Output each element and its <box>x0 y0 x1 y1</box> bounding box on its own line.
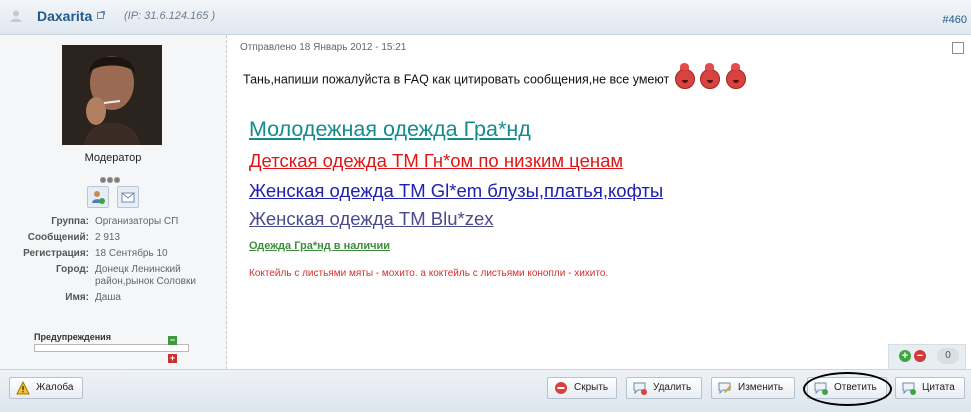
love-smiley-icon <box>674 63 695 89</box>
quote-icon <box>902 382 916 395</box>
ip-address: (IP: 31.6.124.165 ) <box>124 10 216 22</box>
delete-label: Удалить <box>653 382 692 393</box>
detail-group: Группа: Организаторы СП <box>0 216 226 228</box>
highlight-circle <box>803 372 892 406</box>
quote-button[interactable]: Цитата <box>895 377 965 399</box>
detail-key: Регистрация: <box>23 248 89 259</box>
profile-button[interactable] <box>87 186 109 208</box>
report-label: Жалоба <box>36 382 74 393</box>
delete-comment-icon <box>633 382 647 395</box>
rate-down-icon[interactable]: − <box>914 350 926 362</box>
warning-triangle-icon <box>16 381 30 395</box>
signature-link-gnom[interactable]: Детская одежда ТМ Гн*ом по низким ценам <box>249 150 623 172</box>
detail-key: Город: <box>55 264 89 275</box>
edit-icon <box>718 382 732 395</box>
delete-button[interactable]: Удалить <box>626 377 702 399</box>
warnings-label: Предупреждения <box>34 332 111 342</box>
signature-link-grand[interactable]: Молодежная одежда Гра*нд <box>249 117 531 142</box>
select-post-checkbox[interactable] <box>952 42 964 54</box>
detail-value: Организаторы СП <box>95 216 179 227</box>
detail-posts: Сообщений: 2 913 <box>0 232 226 244</box>
post-actions-bar: Жалоба Скрыть Удалить Изменить Ответить … <box>0 369 971 412</box>
post-date: Отправлено 18 Январь 2012 - 15:21 <box>240 42 407 53</box>
post-body: Отправлено 18 Январь 2012 - 15:21 Тань,н… <box>227 35 971 370</box>
rate-up-icon[interactable]: + <box>899 350 911 362</box>
hide-button[interactable]: Скрыть <box>547 377 617 399</box>
warnings-bar <box>34 344 189 352</box>
signature-link-bluzex[interactable]: Женская одежда ТМ Blu*zex <box>249 208 494 230</box>
external-link-icon[interactable] <box>97 11 105 19</box>
post-header: Daxarita (IP: 31.6.124.165 ) #460 <box>0 0 971 35</box>
rating-count: 0 <box>937 348 959 364</box>
detail-value: Даша <box>95 292 121 303</box>
user-profile-icon <box>92 191 105 204</box>
detail-key: Сообщений: <box>27 232 89 243</box>
post-message: Тань,напиши пожалуйста в FAQ как цитиров… <box>243 63 746 90</box>
message-button[interactable] <box>117 186 139 208</box>
detail-value: 18 Сентябрь 10 <box>95 248 168 259</box>
warning-decrease-icon[interactable]: − <box>168 336 177 345</box>
signature-quote: Коктейль с листьями мяты - мохито. а кок… <box>249 268 609 279</box>
love-smiley-icon <box>725 63 746 89</box>
quote-label: Цитата <box>922 382 955 393</box>
report-button[interactable]: Жалоба <box>9 377 83 399</box>
user-info-column: Модератор Группа: Организаторы СП Сообще… <box>0 35 227 369</box>
user-role: Модератор <box>84 152 142 164</box>
warning-increase-icon[interactable]: + <box>168 354 177 363</box>
hide-icon <box>555 382 567 394</box>
warning-controls: − + <box>168 330 189 366</box>
edit-label: Изменить <box>738 382 784 393</box>
envelope-icon <box>121 192 135 203</box>
post-rating: + − 0 <box>888 344 966 370</box>
warnings-panel: Предупреждения − + <box>34 332 189 363</box>
detail-value: 2 913 <box>95 232 121 243</box>
signature-link-glem[interactable]: Женская одежда ТМ Gl*em блузы,платья,коф… <box>249 180 663 202</box>
avatar[interactable] <box>62 45 162 145</box>
detail-value: Донецк Ленинский район,рынок Соловки <box>95 264 196 287</box>
user-details: Группа: Организаторы СП Сообщений: 2 913… <box>0 216 226 308</box>
hide-label: Скрыть <box>574 382 609 393</box>
love-smiley-icon <box>700 63 721 89</box>
detail-registration: Регистрация: 18 Сентябрь 10 <box>0 248 226 260</box>
edit-button[interactable]: Изменить <box>711 377 795 399</box>
user-status-icon <box>10 10 22 22</box>
author-name[interactable]: Daxarita <box>37 8 92 24</box>
detail-name: Имя: Даша <box>0 292 226 304</box>
message-text: Тань,напиши пожалуйста в FAQ как цитиров… <box>243 72 670 87</box>
signature-link-stock[interactable]: Одежда Гра*нд в наличии <box>249 240 390 252</box>
detail-key: Группа: <box>51 216 89 227</box>
post-number-link[interactable]: #460 <box>943 14 967 26</box>
detail-city: Город: Донецк Ленинский район,рынок Соло… <box>0 264 226 288</box>
detail-key: Имя: <box>65 292 89 303</box>
